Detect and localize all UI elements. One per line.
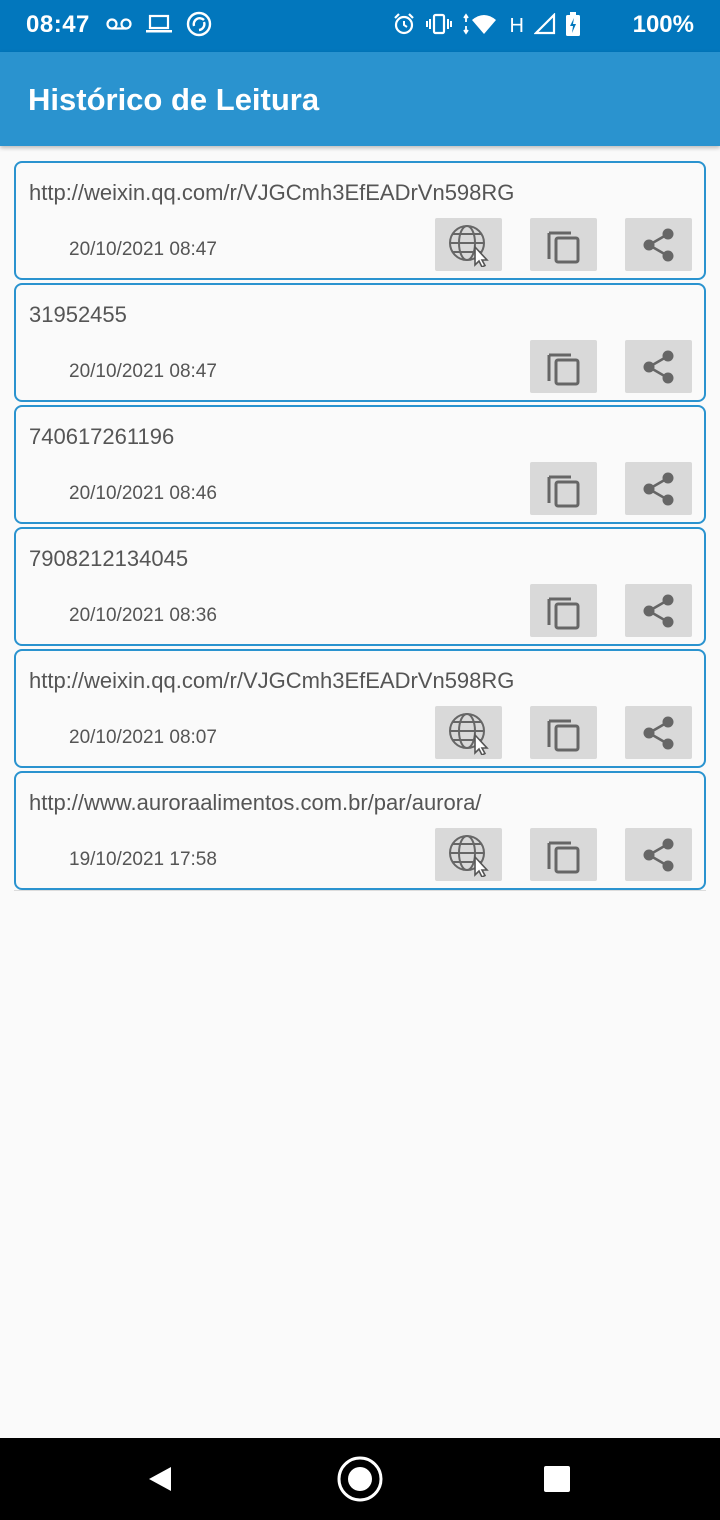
copy-icon bbox=[547, 475, 579, 507]
history-card[interactable]: 740617261196 20/10/2021 08:46 bbox=[14, 405, 706, 524]
copy-icon bbox=[547, 231, 579, 263]
copy-icon bbox=[547, 841, 579, 873]
history-card[interactable]: http://weixin.qq.com/r/VJGCmh3EfEADrVn59… bbox=[14, 649, 706, 768]
open-browser-button[interactable] bbox=[435, 706, 502, 759]
globe-cursor-icon bbox=[448, 834, 489, 877]
recents-button[interactable] bbox=[527, 1438, 587, 1520]
status-bar: 08:47 H 100% bbox=[0, 0, 720, 52]
share-icon bbox=[643, 228, 673, 261]
copy-button[interactable] bbox=[530, 218, 597, 271]
copy-button[interactable] bbox=[530, 706, 597, 759]
copy-icon bbox=[547, 719, 579, 751]
share-button[interactable] bbox=[625, 340, 692, 393]
history-date: 20/10/2021 08:07 bbox=[69, 727, 217, 748]
share-icon bbox=[643, 716, 673, 749]
history-card[interactable]: 31952455 20/10/2021 08:47 bbox=[14, 283, 706, 402]
page-title: Histórico de Leitura bbox=[28, 82, 320, 117]
share-icon bbox=[643, 472, 673, 505]
copy-button[interactable] bbox=[530, 828, 597, 881]
wifi-icon bbox=[462, 12, 500, 41]
history-list: http://weixin.qq.com/r/VJGCmh3EfEADrVn59… bbox=[14, 161, 706, 893]
network-type: H bbox=[509, 14, 524, 37]
sync-icon bbox=[186, 11, 212, 42]
history-card[interactable]: http://weixin.qq.com/r/VJGCmh3EfEADrVn59… bbox=[14, 161, 706, 280]
app-bar: Histórico de Leitura bbox=[0, 52, 720, 146]
share-icon bbox=[643, 838, 673, 871]
globe-cursor-icon bbox=[448, 712, 489, 755]
history-content: http://weixin.qq.com/r/VJGCmh3EfEADrVn59… bbox=[29, 668, 515, 693]
copy-button[interactable] bbox=[530, 584, 597, 637]
history-date: 20/10/2021 08:46 bbox=[69, 483, 217, 504]
history-date: 20/10/2021 08:36 bbox=[69, 605, 217, 626]
history-content: 31952455 bbox=[29, 302, 127, 327]
status-time: 08:47 bbox=[26, 11, 90, 38]
history-date: 20/10/2021 08:47 bbox=[69, 239, 217, 260]
back-button[interactable] bbox=[130, 1438, 190, 1520]
share-icon bbox=[643, 350, 673, 383]
home-button[interactable] bbox=[330, 1438, 390, 1520]
back-icon bbox=[149, 1467, 171, 1491]
copy-icon bbox=[547, 353, 579, 385]
open-browser-button[interactable] bbox=[435, 218, 502, 271]
share-button[interactable] bbox=[625, 706, 692, 759]
voicemail-icon bbox=[106, 17, 132, 36]
history-date: 19/10/2021 17:58 bbox=[69, 849, 217, 870]
share-button[interactable] bbox=[625, 218, 692, 271]
globe-cursor-icon bbox=[448, 224, 489, 267]
history-date: 20/10/2021 08:47 bbox=[69, 361, 217, 382]
history-card[interactable]: http://www.auroraalimentos.com.br/par/au… bbox=[14, 771, 706, 890]
history-content: http://weixin.qq.com/r/VJGCmh3EfEADrVn59… bbox=[29, 180, 515, 205]
history-content: 7908212134045 bbox=[29, 546, 189, 571]
home-icon bbox=[337, 1456, 383, 1502]
history-content: http://www.auroraalimentos.com.br/par/au… bbox=[29, 790, 482, 815]
navigation-bar bbox=[0, 1438, 720, 1520]
open-browser-button[interactable] bbox=[435, 828, 502, 881]
share-button[interactable] bbox=[625, 584, 692, 637]
recents-icon bbox=[544, 1466, 570, 1492]
copy-icon bbox=[547, 597, 579, 629]
vibrate-icon bbox=[425, 13, 452, 40]
signal-icon bbox=[533, 11, 556, 40]
copy-button[interactable] bbox=[530, 462, 597, 515]
alarm-icon bbox=[392, 12, 416, 41]
list-divider bbox=[14, 890, 706, 891]
history-card[interactable]: 7908212134045 20/10/2021 08:36 bbox=[14, 527, 706, 646]
battery-icon bbox=[566, 11, 580, 41]
share-button[interactable] bbox=[625, 828, 692, 881]
laptop-icon bbox=[146, 14, 172, 39]
share-button[interactable] bbox=[625, 462, 692, 515]
battery-percent: 100% bbox=[632, 11, 694, 38]
share-icon bbox=[643, 594, 673, 627]
history-content: 740617261196 bbox=[29, 424, 175, 449]
copy-button[interactable] bbox=[530, 340, 597, 393]
